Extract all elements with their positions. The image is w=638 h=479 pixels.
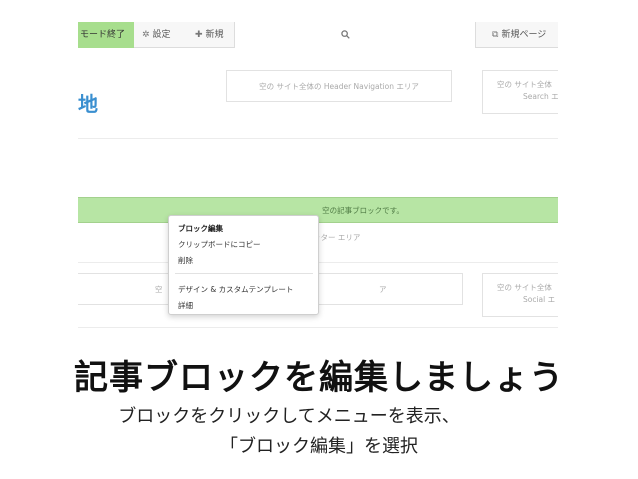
search-area[interactable]: 空の サイト全体 Search エ <box>482 70 558 114</box>
settings-label: 設定 <box>152 30 171 40</box>
new-button[interactable]: ✚ 新規 <box>195 22 224 48</box>
edit-toolbar: モード終了 ✲ 設定 ✚ 新規 ⧉ 新規ページ <box>78 22 558 48</box>
page-copy-icon: ⧉ <box>492 30 499 40</box>
edit-mode-end-button[interactable]: モード終了 <box>78 22 134 48</box>
divider <box>78 327 558 328</box>
divider <box>78 138 558 139</box>
gear-icon: ✲ <box>142 30 150 40</box>
menu-item-edit-block[interactable]: ブロック編集 <box>178 223 223 234</box>
search-box[interactable] <box>234 22 476 48</box>
social-area-label-2: Social エ <box>523 295 556 304</box>
new-page-button[interactable]: ⧉ 新規ページ <box>492 22 546 48</box>
new-label: 新規 <box>205 30 224 40</box>
cms-screenshot: モード終了 ✲ 設定 ✚ 新規 ⧉ 新規ページ 地 空の サイト全体の Header … <box>78 0 558 340</box>
menu-item-details[interactable]: 詳細 <box>178 300 193 311</box>
menu-item-design-custom-template[interactable]: デザイン & カスタムテンプレート <box>178 284 293 295</box>
search-area-label-2: Search エ <box>523 92 558 101</box>
article-block-label: 空の記事ブロックです。 <box>322 206 404 215</box>
footer-area-label: ッター エリア <box>313 233 361 242</box>
settings-button[interactable]: ✲ 設定 <box>142 22 171 48</box>
social-area-label-1: 空の サイト全体 <box>497 283 552 292</box>
social-area[interactable]: 空の サイト全体 Social エ <box>482 273 558 317</box>
header-navigation-area-label: 空の サイト全体の Header Navigation エリア <box>259 82 419 91</box>
menu-item-copy-to-clipboard[interactable]: クリップボードにコピー <box>178 239 261 250</box>
search-area-label-1: 空の サイト全体 <box>497 80 552 89</box>
caption-title: 記事ブロックを編集しましょう <box>74 358 564 398</box>
plus-icon: ✚ <box>195 30 203 40</box>
search-icon <box>341 22 350 50</box>
caption-line-1: ブロックをクリックしてメニューを表示、 <box>118 406 460 427</box>
block-context-menu: ブロック編集 クリップボードにコピー 削除 デザイン & カスタムテンプレート … <box>168 215 319 315</box>
menu-divider <box>175 273 313 274</box>
site-title: 地 <box>78 92 98 116</box>
menu-item-delete[interactable]: 削除 <box>178 255 193 266</box>
bottom-area-label: 空 <box>155 285 163 294</box>
header-navigation-area[interactable]: 空の サイト全体の Header Navigation エリア <box>226 70 452 102</box>
new-page-label: 新規ページ <box>501 30 547 40</box>
caption-line-2: 「ブロック編集」を選択 <box>220 436 418 457</box>
bottom-area-label-tail: ア <box>379 285 387 294</box>
